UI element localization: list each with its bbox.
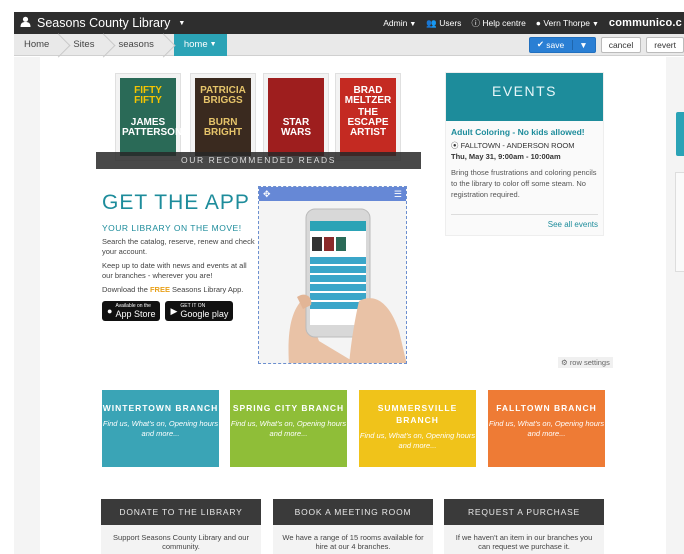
brand-logo: communico.c [608,17,682,29]
book-cover[interactable]: FIFTY FIFTY JAMES PATTERSON [116,74,183,160]
event-description: Bring those frustrations and coloring pe… [451,168,597,199]
divider [451,214,598,215]
book-author: PATRICIA BRIGGS [200,85,246,106]
breadcrumb-seasons[interactable]: seasons [108,34,167,56]
cancel-button[interactable]: cancel [600,36,642,53]
event-date: Thu, May 31, 9:00am - 10:00am [451,152,561,161]
book-title: STAR WARS [281,117,311,138]
box-text: If we haven't an item in our branches yo… [455,533,593,551]
branch-name: FALLTOWN BRANCH [496,403,597,413]
recommended-reads: FIFTY FIFTY JAMES PATTERSON PATRICIA BRI… [96,70,421,170]
branch-name: SUMMERSVILLE BRANCH [377,403,458,425]
google-play-button[interactable]: ▶ GET IT ON Google play [165,301,234,321]
image-widget[interactable]: ✥ ☰ [258,186,407,364]
branch-card-summersville[interactable]: SUMMERSVILLE BRANCH Find us, What's on, … [359,390,476,467]
app-store-button[interactable]: ● Available on the App Store [102,301,161,321]
side-toolbar[interactable] [675,172,684,272]
apple-icon: ● [107,306,113,316]
event-title[interactable]: Adult Coloring - No kids allowed! [446,121,603,137]
book-title: FIFTY FIFTY [134,85,162,106]
chevron-down-icon[interactable]: ▼ [572,39,588,50]
app-text: Keep up to date with news and events at … [102,261,247,280]
box-text: We have a range of 15 rooms available fo… [282,533,424,551]
row-settings-button[interactable]: ⚙ row settings [558,357,613,368]
book-cover[interactable]: BRAD MELTZER THE ESCAPE ARTIST [336,74,400,160]
revert-button[interactable]: revert [646,36,684,53]
users-icon: 👥 [426,17,437,28]
gear-icon: ⚙ [561,358,570,367]
book-cover[interactable]: PATRICIA BRIGGS BURN BRIGHT [191,74,255,160]
events-heading: EVENTS [446,73,603,121]
widget-toolbar: ✥ ☰ [259,187,406,201]
play-icon: ▶ [170,305,178,316]
menu-icon[interactable]: ☰ [394,189,402,200]
breadcrumb: Home Sites seasons home ▼ ✔ save ▼ cancel … [14,33,684,56]
book-author: BRAD MELTZER [344,85,392,106]
donate-box[interactable]: DONATE TO THE LIBRARY Support Seasons Co… [101,499,261,554]
site-menu[interactable]: Seasons County Library ▼ [14,16,185,30]
branch-description: Find us, What's on, Opening hours and mo… [488,419,605,438]
request-purchase-box[interactable]: REQUEST A PURCHASE If we haven't an item… [444,499,604,554]
events-panel: EVENTS Adult Coloring - No kids allowed!… [445,72,604,236]
phone-in-hand-image [259,201,406,363]
event-location: ⦿ FALLTOWN - ANDERSON ROOM [451,141,575,150]
get-the-app-section: GET THE APP YOUR LIBRARY ON THE MOVE! Se… [102,191,258,361]
user-menu[interactable]: ● Vern Thorpe ▼ [536,18,599,28]
branch-card-wintertown[interactable]: WINTERTOWN BRANCH Find us, What's on, Op… [102,390,219,467]
meeting-room-box[interactable]: BOOK A MEETING ROOM We have a range of 1… [273,499,433,554]
branch-name: WINTERTOWN BRANCH [102,403,219,413]
user-icon [20,16,31,30]
book-cover[interactable]: STAR WARS [264,74,328,160]
branch-card-falltown[interactable]: FALLTOWN BRANCH Find us, What's on, Open… [488,390,605,467]
check-icon: ✔ [536,39,547,49]
branch-card-spring-city[interactable]: SPRING CITY BRANCH Find us, What's on, O… [230,390,347,467]
side-panel-tab[interactable] [676,112,684,156]
app-text: Search the catalog, reserve, renew and c… [102,237,255,256]
app-heading: GET THE APP [102,191,250,214]
box-title: REQUEST A PURCHASE [444,499,604,525]
app-text: Download the FREE Seasons Library App. [102,285,244,294]
branch-description: Find us, What's on, Opening hours and mo… [102,419,219,438]
box-text: Support Seasons County Library and our c… [113,533,249,551]
app-subheading: YOUR LIBRARY ON THE MOVE! [102,223,242,233]
box-title: BOOK A MEETING ROOM [273,499,433,525]
branch-name: SPRING CITY BRANCH [232,403,345,413]
book-author: JAMES PATTERSON [122,117,183,138]
help-centre-link[interactable]: ⓘ Help centre [471,17,525,29]
breadcrumb-current-page[interactable]: home ▼ [173,33,227,56]
recommended-reads-banner: OUR RECOMMENDED READS [96,152,421,169]
avatar-icon: ● [535,18,541,28]
admin-top-bar: Seasons County Library ▼ Admin ▼ 👥 Users … [14,12,684,34]
breadcrumb-home[interactable]: Home [14,34,63,56]
chevron-down-icon: ▼ [178,19,186,27]
branch-description: Find us, What's on, Opening hours and mo… [230,419,347,438]
book-title: BURN BRIGHT [203,117,243,138]
save-button[interactable]: ✔ save ▼ [528,36,596,53]
branch-description: Find us, What's on, Opening hours and mo… [359,431,476,450]
book-title: THE ESCAPE ARTIST [347,107,389,138]
site-title: Seasons County Library [37,16,171,30]
help-icon: ⓘ [471,18,480,28]
box-title: DONATE TO THE LIBRARY [101,499,261,525]
see-all-events-link[interactable]: See all events [548,220,598,229]
users-link[interactable]: 👥 Users [426,18,461,29]
move-icon[interactable]: ✥ [263,189,271,200]
admin-menu[interactable]: Admin ▼ [383,18,416,28]
location-pin-icon: ⦿ [451,141,461,150]
